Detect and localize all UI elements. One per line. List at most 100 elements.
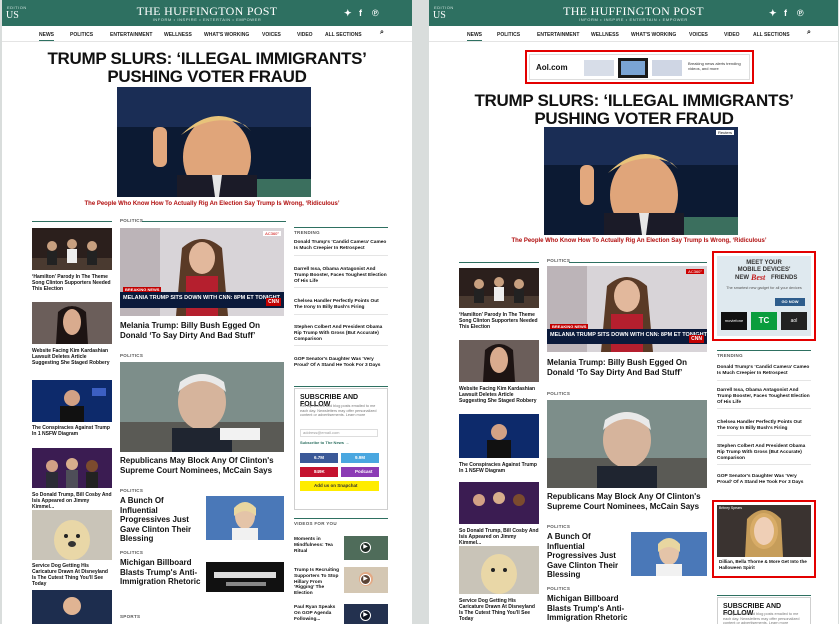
ad-go-button[interactable]: GO NOW (775, 298, 805, 306)
aol-banner-ad[interactable]: Aol.com Breaking news alerts trending vi… (529, 54, 750, 80)
story-thumb[interactable] (459, 268, 539, 308)
twitter-follow-button[interactable]: 9.9M (341, 453, 379, 463)
story-title[interactable]: The Conspiracies Against Trump In 1 NSFW… (459, 462, 539, 474)
nav-whats-working[interactable]: WHAT'S WORKING (631, 32, 676, 38)
pinterest-icon[interactable]: ℗ (797, 8, 804, 18)
story-thumb[interactable] (32, 590, 112, 624)
section-label-politics[interactable]: POLITICS (120, 550, 143, 555)
section-label-politics[interactable]: POLITICS (547, 524, 570, 529)
trending-item[interactable]: Donald Trump's ‘Candid Camera’ Cameo Is … (717, 365, 811, 381)
main-headline[interactable]: TRUMP SLURS: ‘ILLEGAL IMMIGRANTS’ PUSHIN… (32, 50, 382, 86)
mobile-devices-ad[interactable]: MEET YOUR MOBILE DEVICES' NEW Best FRIEN… (717, 256, 811, 336)
nav-voices[interactable]: VOICES (262, 32, 281, 38)
video-thumb[interactable]: ▶ (344, 536, 388, 560)
nav-politics[interactable]: POLITICS (70, 32, 93, 38)
story-thumb[interactable] (459, 482, 539, 524)
story-title[interactable]: Website Facing Kim Kardashian Lawsuit De… (32, 348, 112, 366)
story-title[interactable]: Republicans May Block Any Of Clinton's S… (547, 492, 707, 511)
trending-item[interactable]: Stephen Colbert And President Obama Rip … (717, 444, 811, 466)
nav-entertainment[interactable]: ENTERTAINMENT (110, 32, 152, 38)
video-title[interactable]: Paul Ryan Speaks On GOP Agenda Following… (294, 605, 342, 622)
pinterest-icon[interactable]: ℗ (372, 8, 379, 18)
twitter-icon[interactable]: ✦ (769, 8, 777, 19)
video-title[interactable]: Trump Is Recruiting Supporters To Stop H… (294, 568, 342, 597)
story-title[interactable]: Republicans May Block Any Of Clinton's S… (120, 456, 284, 475)
story-title[interactable]: So Donald Trump, Bill Cosby And Isis App… (32, 492, 112, 510)
story-title[interactable]: So Donald Trump, Bill Cosby And Isis App… (459, 528, 539, 546)
melania-video[interactable]: AC360° BREAKING NEWS MELANIA TRUMP SITS … (120, 228, 284, 316)
facebook-icon[interactable]: f (784, 8, 787, 18)
section-label-sports[interactable]: SPORTS (120, 614, 140, 619)
podcast-button[interactable]: Podcast (341, 467, 379, 477)
story-thumb[interactable] (32, 302, 112, 344)
trending-item[interactable]: Darrell Issa, Obama Antagonist And Trump… (294, 267, 388, 289)
trump-hero-photo[interactable]: Reuters (544, 127, 738, 235)
subscribe-link[interactable]: Subscribe to The News → (300, 440, 349, 445)
pinterest-follow-button[interactable]: 849K (300, 467, 338, 477)
video-thumb[interactable]: ▶ (344, 567, 388, 593)
email-field[interactable]: address@email.com (300, 429, 378, 437)
search-icon[interactable]: ⌕ (807, 29, 811, 37)
nav-news[interactable]: NEWS (39, 32, 54, 41)
trending-item[interactable]: Darrell Issa, Obama Antagonist And Trump… (717, 388, 811, 410)
story-title[interactable]: ‘Hamilton’ Parody In The Theme Song Clin… (32, 274, 112, 292)
story-title[interactable]: A Bunch Of Influential Progressives Just… (547, 532, 627, 580)
nav-all-sections[interactable]: ALL SECTIONS (325, 32, 362, 38)
story-thumb[interactable] (459, 546, 539, 594)
mccain-photo[interactable] (120, 362, 284, 452)
story-title[interactable]: Service Dog Getting His Caricature Drawn… (32, 563, 112, 587)
play-icon[interactable]: ▶ (360, 610, 371, 621)
nav-wellness[interactable]: WELLNESS (591, 32, 619, 38)
main-headline[interactable]: TRUMP SLURS: ‘ILLEGAL IMMIGRANTS’ PUSHIN… (459, 92, 809, 128)
trending-item[interactable]: GOP Senator's Daughter Was ‘Very Proud’ … (717, 474, 811, 489)
story-title[interactable]: The Conspiracies Against Trump In 1 NSFW… (32, 425, 112, 437)
nav-news[interactable]: NEWS (467, 32, 482, 41)
main-subhead-link[interactable]: The People Who Know How To Actually Rig … (489, 238, 789, 244)
story-thumb[interactable] (206, 496, 284, 540)
play-icon[interactable]: ▶ (360, 542, 371, 553)
story-thumb[interactable] (32, 510, 112, 560)
twitter-icon[interactable]: ✦ (344, 8, 352, 19)
story-title[interactable]: Website Facing Kim Kardashian Lawsuit De… (459, 386, 539, 404)
story-thumb[interactable] (206, 562, 284, 592)
trump-hero-photo[interactable] (117, 87, 311, 197)
story-thumb[interactable] (32, 380, 112, 422)
nav-politics[interactable]: POLITICS (497, 32, 520, 38)
story-title[interactable]: Melania Trump: Billy Bush Egged On Donal… (120, 321, 284, 340)
nav-whats-working[interactable]: WHAT'S WORKING (204, 32, 249, 38)
section-label-politics[interactable]: POLITICS (120, 353, 143, 358)
story-title[interactable]: Service Dog Getting His Caricature Drawn… (459, 598, 539, 622)
nav-video[interactable]: VIDEO (724, 32, 740, 38)
video-thumb[interactable]: ▶ (344, 604, 388, 624)
trending-item[interactable]: Donald Trump's ‘Candid Camera’ Cameo Is … (294, 240, 388, 256)
trending-item[interactable]: GOP Senator's Daughter Was ‘Very Proud’ … (294, 357, 388, 372)
celebrity-ad[interactable]: Britney Spears Dillian, Bella Thorne & M… (717, 505, 811, 573)
video-title[interactable]: Moments in Mindfulness: Tea Ritual (294, 537, 342, 554)
snapchat-button[interactable]: Add us on Snapchat (300, 481, 379, 491)
story-title[interactable]: Melania Trump: Billy Bush Egged On Donal… (547, 358, 707, 377)
story-title[interactable]: ‘Hamilton’ Parody In The Theme Song Clin… (459, 312, 539, 330)
trending-item[interactable]: Chelsea Handler Perfectly Points Out The… (717, 420, 811, 436)
section-label-politics[interactable]: POLITICS (120, 488, 143, 493)
story-title[interactable]: Michigan Billboard Blasts Trump's Anti-I… (547, 594, 637, 623)
facebook-follow-button[interactable]: 6.7M (300, 453, 338, 463)
story-title[interactable]: A Bunch Of Influential Progressives Just… (120, 496, 202, 544)
nav-all-sections[interactable]: ALL SECTIONS (753, 32, 790, 38)
trending-item[interactable]: Chelsea Handler Perfectly Points Out The… (294, 299, 388, 315)
facebook-icon[interactable]: f (359, 8, 362, 18)
trending-item[interactable]: Stephen Colbert And President Obama Rip … (294, 325, 388, 347)
story-title[interactable]: Michigan Billboard Blasts Trump's Anti-I… (120, 558, 202, 587)
section-label-politics[interactable]: POLITICS (547, 258, 570, 263)
nav-entertainment[interactable]: ENTERTAINMENT (537, 32, 579, 38)
nav-voices[interactable]: VOICES (689, 32, 708, 38)
section-label-politics[interactable]: POLITICS (547, 586, 570, 591)
mccain-photo[interactable] (547, 400, 707, 488)
melania-video[interactable]: AC360° BREAKING NEWS MELANIA TRUMP SITS … (547, 266, 707, 352)
nav-video[interactable]: VIDEO (297, 32, 313, 38)
story-thumb[interactable] (459, 340, 539, 382)
story-thumb[interactable] (32, 228, 112, 270)
main-subhead-link[interactable]: The People Who Know How To Actually Rig … (62, 201, 362, 207)
story-thumb[interactable] (631, 532, 707, 576)
story-thumb[interactable] (32, 448, 112, 488)
search-icon[interactable]: ⌕ (380, 29, 384, 37)
